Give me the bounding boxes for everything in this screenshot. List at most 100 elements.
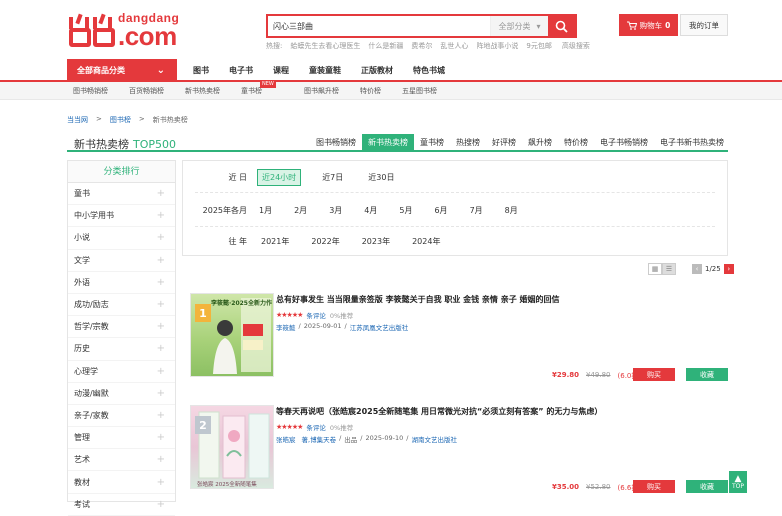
product-title[interactable]: 等春天再说吧（张皓宸2025全新随笔集 用日常微光对抗“必须立刻有答案” 的无力…	[276, 406, 602, 417]
all-categories-button[interactable]: 全部商品分类 ⌄	[67, 59, 177, 82]
cart-button[interactable]: 购物车 0	[619, 14, 678, 36]
expand-plus-icon[interactable]: +	[157, 321, 165, 332]
nav-item[interactable]: 课程	[273, 65, 289, 76]
next-page-icon[interactable]: ›	[723, 264, 734, 274]
expand-plus-icon[interactable]: +	[157, 188, 165, 199]
rank-tab[interactable]: 电子书新书热卖榜	[654, 134, 730, 151]
expand-plus-icon[interactable]: +	[157, 299, 165, 310]
rank-tab[interactable]: 好评榜	[486, 134, 522, 151]
rank-tab[interactable]: 特价榜	[558, 134, 594, 151]
nav-item[interactable]: 童装童鞋	[309, 65, 341, 76]
subnav-item[interactable]: 特价榜	[360, 86, 381, 96]
advanced-search-link[interactable]: 高级搜索	[562, 41, 590, 51]
prev-page-icon[interactable]: ‹	[692, 264, 702, 274]
expand-plus-icon[interactable]: +	[157, 210, 165, 221]
rank-tab[interactable]: 电子书畅销榜	[594, 134, 654, 151]
favorite-button[interactable]: 收藏	[686, 480, 728, 493]
sidebar-category-item[interactable]: 考试 +	[68, 494, 175, 516]
dangdang-logo[interactable]: dangdang .com	[67, 10, 179, 50]
nav-item[interactable]: 电子书	[229, 65, 253, 76]
comments-link[interactable]: 条评论	[306, 422, 326, 432]
comments-link[interactable]: 条评论	[306, 310, 326, 320]
author-link[interactable]: 张皓宸	[276, 434, 296, 444]
expand-plus-icon[interactable]: +	[157, 499, 165, 510]
filter-option[interactable]: 5月	[395, 203, 416, 218]
hotword-link[interactable]: 乱世人心	[440, 41, 468, 51]
hotword-link[interactable]: 什么是新疆	[368, 41, 403, 51]
nav-item[interactable]: 特色书城	[413, 65, 445, 76]
sidebar-category-item[interactable]: 文学 +	[68, 250, 175, 272]
sidebar-category-item[interactable]: 动漫/幽默 +	[68, 383, 175, 405]
filter-option[interactable]: 近24小时	[257, 168, 302, 186]
search-category-select[interactable]: 全部分类 ▾	[490, 16, 548, 36]
filter-option[interactable]: 2024年	[408, 234, 444, 249]
rank-tab[interactable]: 新书热卖榜	[362, 134, 414, 151]
hotword-link[interactable]: 阵地战事小说	[476, 41, 518, 51]
rank-tab[interactable]: 飙升榜	[522, 134, 558, 151]
filter-option[interactable]: 4月	[360, 203, 381, 218]
filter-option[interactable]: 3月	[325, 203, 346, 218]
search-button[interactable]	[548, 16, 575, 36]
sidebar-category-item[interactable]: 心理学 +	[68, 361, 175, 383]
hotword-link[interactable]: 9元包邮	[526, 41, 551, 51]
filter-option[interactable]: 2021年	[257, 234, 293, 249]
buy-button[interactable]: 购买	[633, 368, 675, 381]
rank-tab[interactable]: 热搜榜	[450, 134, 486, 151]
breadcrumb-rankings[interactable]: 图书榜	[110, 115, 131, 125]
my-orders-button[interactable]: 我的订单	[680, 14, 728, 36]
sidebar-category-item[interactable]: 成功/励志 +	[68, 294, 175, 317]
expand-plus-icon[interactable]: +	[157, 366, 165, 377]
nav-item[interactable]: 正版教材	[361, 65, 393, 76]
expand-plus-icon[interactable]: +	[157, 477, 165, 488]
filter-option[interactable]: 近7日	[318, 170, 347, 185]
grid-view-icon[interactable]: ▦	[648, 263, 662, 275]
sidebar-category-item[interactable]: 哲学/宗教 +	[68, 316, 175, 339]
rank-tab[interactable]: 图书畅销榜	[310, 134, 362, 151]
subnav-item[interactable]: 图书畅销榜	[73, 86, 108, 96]
product-cover-image[interactable]: 1 李筱懿·2025全新力作	[190, 293, 274, 377]
list-view-icon[interactable]: ☰	[662, 263, 676, 275]
filter-option[interactable]: 2023年	[358, 234, 394, 249]
expand-plus-icon[interactable]: +	[157, 232, 165, 243]
expand-plus-icon[interactable]: +	[157, 388, 165, 399]
filter-option[interactable]: 8月	[501, 203, 522, 218]
hotword-link[interactable]: 蛤蟆先生去看心理医生	[290, 41, 360, 51]
back-to-top-button[interactable]: ▲ TOP	[729, 471, 747, 493]
hotword-link[interactable]: 费希尔	[411, 41, 432, 51]
product-cover-image[interactable]: 2 张皓宸 2025全新随笔集	[190, 405, 274, 489]
favorite-button[interactable]: 收藏	[686, 368, 728, 381]
expand-plus-icon[interactable]: +	[157, 277, 165, 288]
subnav-item[interactable]: 百货畅销榜	[129, 86, 164, 96]
sidebar-category-item[interactable]: 亲子/家教 +	[68, 405, 175, 428]
filter-option[interactable]: 1月	[255, 203, 276, 218]
subnav-item[interactable]: 五星图书榜	[402, 86, 437, 96]
search-input[interactable]	[268, 16, 490, 36]
sidebar-category-item[interactable]: 童书 +	[68, 183, 175, 206]
sidebar-category-item[interactable]: 管理 +	[68, 427, 175, 450]
publisher-link[interactable]: 江苏凤凰文艺出版社	[350, 322, 409, 332]
sidebar-category-item[interactable]: 艺术 +	[68, 449, 175, 472]
subnav-item[interactable]: 新书热卖榜	[185, 86, 220, 96]
sidebar-category-item[interactable]: 小说 +	[68, 227, 175, 250]
filter-option[interactable]: 近30日	[364, 170, 398, 185]
author-extra[interactable]: 著,博集天卷	[302, 434, 337, 444]
subnav-item[interactable]: 图书飙升榜	[304, 86, 339, 96]
rank-tab[interactable]: 童书榜	[414, 134, 450, 151]
filter-option[interactable]: 2月	[290, 203, 311, 218]
breadcrumb-home[interactable]: 当当网	[67, 115, 88, 125]
expand-plus-icon[interactable]: +	[157, 255, 165, 266]
buy-button[interactable]: 购买	[633, 480, 675, 493]
publisher-link[interactable]: 湖南文艺出版社	[411, 434, 457, 444]
filter-option[interactable]: 2022年	[307, 234, 343, 249]
author-link[interactable]: 李筱懿	[276, 322, 296, 332]
expand-plus-icon[interactable]: +	[157, 410, 165, 421]
subnav-item-childrens[interactable]: 童书榜 NEW	[241, 81, 283, 96]
sidebar-category-item[interactable]: 历史 +	[68, 338, 175, 361]
filter-option[interactable]: 7月	[466, 203, 487, 218]
expand-plus-icon[interactable]: +	[157, 454, 165, 465]
product-title[interactable]: 总有好事发生 当当限量亲签版 李筱懿关于自我 职业 金钱 亲情 亲子 婚姻的回信	[276, 294, 560, 305]
sidebar-category-item[interactable]: 外语 +	[68, 272, 175, 294]
nav-item[interactable]: 图书	[193, 65, 209, 76]
filter-option[interactable]: 6月	[430, 203, 451, 218]
sidebar-category-item[interactable]: 教材 +	[68, 471, 175, 494]
